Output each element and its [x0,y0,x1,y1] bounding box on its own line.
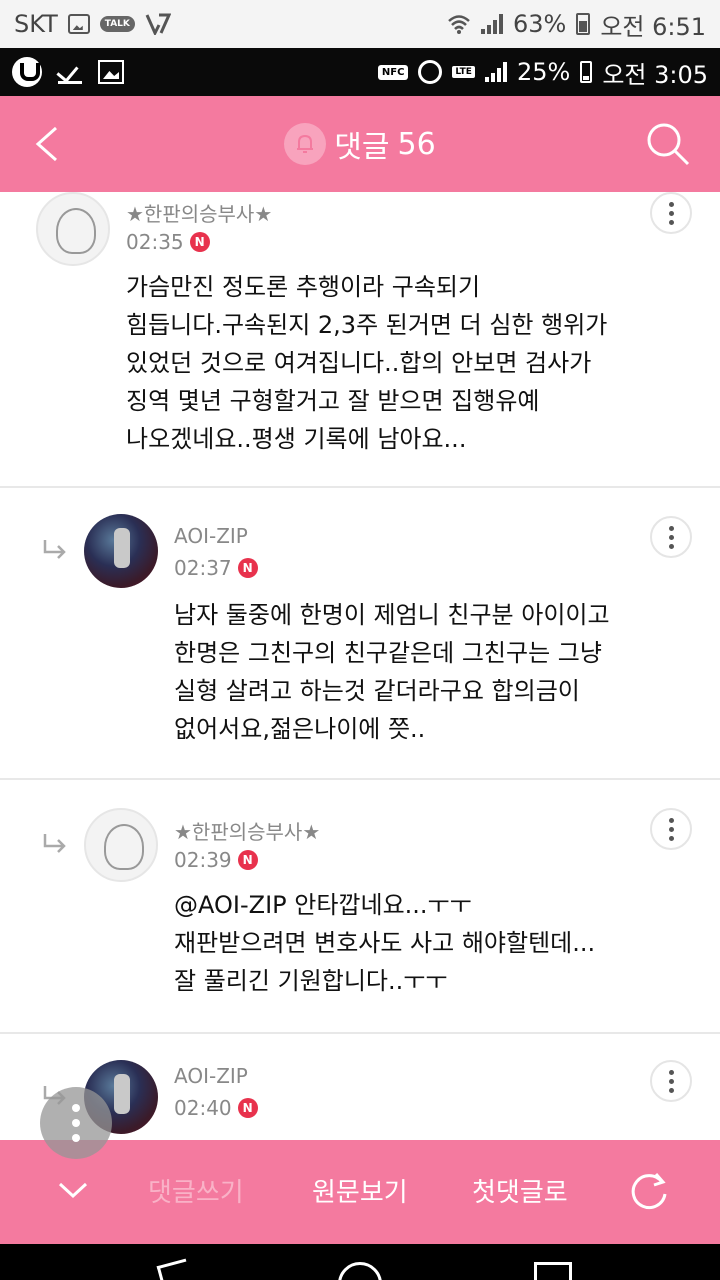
new-badge: N [237,1098,258,1118]
comment-list[interactable]: ★한판의승부사★ 02:35 N 가슴만진 정도론 추행이라 구속되기 힘듭니다… [0,192,720,1140]
avatar[interactable] [84,808,158,882]
download-complete-icon [58,60,82,84]
more-vertical-icon[interactable] [650,192,692,234]
comment-time-row: 02:39 N [174,848,258,872]
comment-item: ★한판의승부사★ 02:35 N 가슴만진 정도론 추행이라 구속되기 힘듭니다… [0,192,720,488]
chevron-left-icon[interactable] [30,126,66,162]
lte-icon: LTE [452,66,475,78]
battery-percent: 25% [516,58,571,86]
bottom-toolbar: 댓글쓰기 원문보기 첫댓글로 [0,1140,720,1244]
header-title-label: 댓글 [334,130,390,165]
signal-icon [484,62,507,82]
comment-time: 02:37 [174,556,232,580]
gallery-icon [67,14,90,34]
comment-time: 02:40 [174,1096,232,1120]
comment-time-row: 02:37 N [174,556,258,580]
reply-arrow-icon [43,834,66,853]
kakaotalk-icon: TALK [99,16,135,32]
comment-author[interactable]: AOI-ZIP [174,524,248,548]
app-u-icon [12,57,42,87]
wifi-icon [448,15,470,34]
v3-icon [145,13,171,35]
floating-menu-button[interactable] [40,1087,112,1159]
comment-time-row: 02:40 N [174,1096,258,1120]
comment-time-row: 02:35 N [126,230,210,254]
battery-percent: 63% [512,10,567,38]
chevron-down-icon[interactable] [58,1178,88,1202]
avatar[interactable] [84,514,158,588]
comment-text: 남자 둘중에 한명이 제엄니 친구분 아이이고 한명은 그친구의 친구같은데 그… [174,601,610,743]
comment-author[interactable]: AOI-ZIP [174,1064,248,1088]
comment-item: ★한판의승부사★ 02:39 N @AOI-ZIP 안타깝네요...ㅜㅜ 재판받… [0,780,720,1034]
nfc-icon: NFC [377,64,409,80]
carrier-label: SKT [14,10,58,38]
nav-back-icon[interactable] [156,1258,194,1280]
new-badge: N [237,558,258,578]
more-vertical-icon[interactable] [650,1060,692,1102]
refresh-icon[interactable] [628,1170,670,1212]
comment-item: AOI-ZIP 02:37 N 남자 둘중에 한명이 제엄니 친구분 아이이고 … [0,488,720,780]
alarm-icon [418,60,443,84]
comment-text: @AOI-ZIP 안타깝네요...ㅜㅜ 재판받으려면 변호사도 사고 해야할텐데… [174,891,596,995]
comment-author[interactable]: ★한판의승부사★ [126,198,272,227]
more-vertical-icon[interactable] [650,516,692,558]
new-badge: N [189,232,210,252]
search-icon[interactable] [644,120,692,168]
new-badge: N [237,850,258,870]
battery-icon [576,13,591,35]
header-title: 댓글 56 [284,122,436,166]
battery-icon [580,61,593,83]
view-original-button[interactable]: 원문보기 [312,1172,408,1209]
nav-home-icon[interactable] [338,1262,382,1280]
first-comment-button[interactable]: 첫댓글로 [472,1172,568,1209]
bell-icon [284,123,327,165]
avatar[interactable] [36,192,110,266]
clock: 오전 6:51 [600,12,706,41]
clock: 오전 3:05 [602,60,708,89]
navigation-bar [0,1244,720,1280]
outer-status-bar: SKT TALK 63% 오전 6:51 [0,0,720,48]
comment-author[interactable]: ★한판의승부사★ [174,816,320,845]
inner-status-bar: NFC LTE 25% 오전 3:05 [0,48,720,96]
nav-recents-icon[interactable] [534,1262,572,1280]
more-vertical-icon[interactable] [650,808,692,850]
reply-arrow-icon [43,540,66,559]
comment-time: 02:39 [174,848,232,872]
image-icon [98,60,124,84]
comment-count: 56 [397,126,436,162]
app-header: 댓글 56 [0,96,720,192]
write-comment-button[interactable]: 댓글쓰기 [148,1172,244,1209]
comment-time: 02:35 [126,230,184,254]
signal-icon [480,14,503,34]
comment-text: 가슴만진 정도론 추행이라 구속되기 힘듭니다.구속된지 2,3주 된거면 더 … [126,273,608,453]
